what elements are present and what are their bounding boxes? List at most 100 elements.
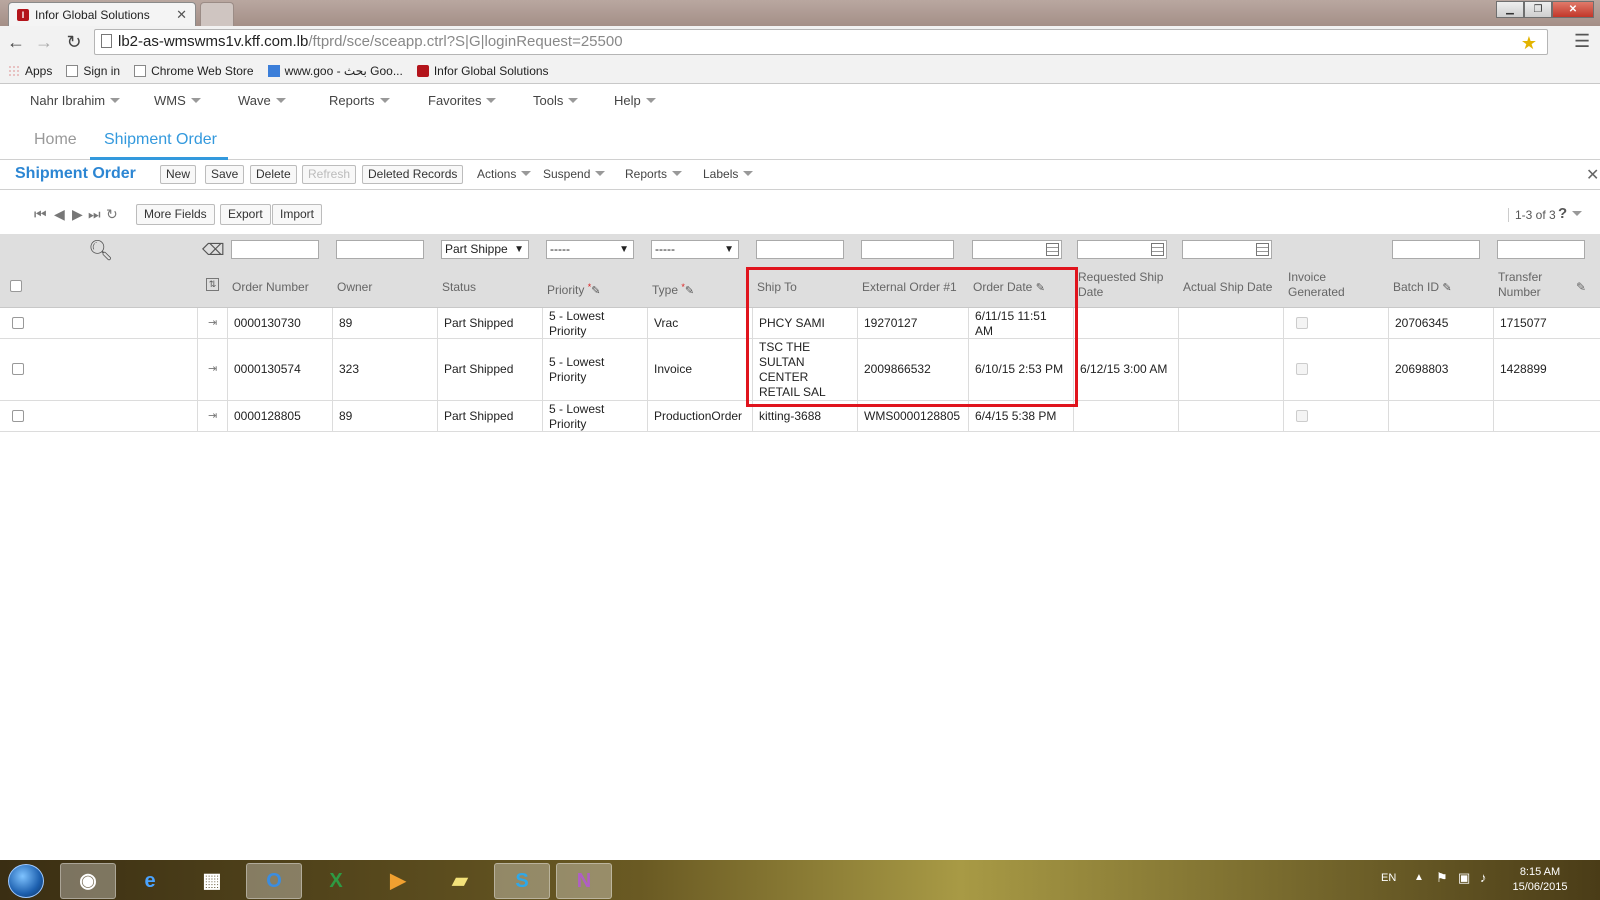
- invoice-generated-checkbox[interactable]: [1296, 363, 1308, 375]
- language-indicator[interactable]: EN: [1381, 872, 1396, 884]
- owner-filter[interactable]: [336, 240, 424, 259]
- save-button[interactable]: Save: [205, 165, 245, 184]
- bookmark-sign-in[interactable]: Sign in: [66, 64, 120, 78]
- calendar-icon[interactable]: [1256, 243, 1269, 256]
- flag-icon[interactable]: ⚑: [1436, 870, 1448, 886]
- menu-reports[interactable]: Reports: [329, 93, 390, 108]
- more-fields-button[interactable]: More Fields: [136, 204, 215, 225]
- maximize-icon[interactable]: ❐: [1524, 1, 1552, 18]
- address-bar[interactable]: lb2-as-wmswms1v.kff.com.lb/ftprd/sce/sce…: [94, 29, 1548, 55]
- calendar-icon[interactable]: [1151, 243, 1164, 256]
- column-settings-icon[interactable]: ⇅: [206, 278, 219, 291]
- bookmark-star-icon[interactable]: ★: [1521, 31, 1537, 55]
- menu-wave[interactable]: Wave: [238, 93, 286, 108]
- bookmark-apps[interactable]: Apps: [8, 64, 52, 78]
- column-header-batch-id[interactable]: Batch ID ✎: [1393, 280, 1452, 296]
- network-icon[interactable]: ▣: [1458, 870, 1470, 886]
- transfer-number-filter[interactable]: [1497, 240, 1585, 259]
- eraser-icon[interactable]: ⌫: [202, 240, 225, 260]
- windows-start-icon[interactable]: [8, 864, 44, 898]
- type-filter[interactable]: ----- ▼: [651, 240, 739, 259]
- reports-menu[interactable]: Reports: [625, 167, 683, 181]
- select-all-checkbox[interactable]: [10, 280, 22, 292]
- internet-explorer-taskbar-icon[interactable]: e: [122, 863, 178, 899]
- order-number-filter[interactable]: [231, 240, 319, 259]
- tab-close-icon[interactable]: ✕: [176, 7, 187, 23]
- open-record-icon[interactable]: ⇥: [208, 364, 220, 375]
- onenote-taskbar-icon[interactable]: N: [556, 863, 612, 899]
- browser-tab-active[interactable]: I Infor Global Solutions ✕: [8, 2, 196, 26]
- bookmark-infor[interactable]: Infor Global Solutions: [416, 64, 549, 78]
- column-header-type[interactable]: Type *✎: [652, 280, 694, 299]
- cell-owner: 89: [339, 409, 353, 423]
- reload-icon[interactable]: ↻: [64, 32, 84, 52]
- forward-icon[interactable]: →: [34, 32, 54, 52]
- import-button[interactable]: Import: [272, 204, 323, 225]
- taskbar-clock[interactable]: 8:15 AM 15/06/2015: [1510, 865, 1570, 895]
- search-icon[interactable]: 🔍︎: [88, 238, 113, 263]
- minimize-icon[interactable]: ▁: [1496, 1, 1524, 18]
- menu-user[interactable]: Nahr Ibrahim: [30, 93, 121, 108]
- row-checkbox[interactable]: [12, 363, 24, 375]
- requested-ship-date-filter[interactable]: [1077, 240, 1167, 259]
- tab-shipment-order[interactable]: Shipment Order: [104, 131, 217, 149]
- back-icon[interactable]: ←: [6, 32, 26, 52]
- last-page-icon[interactable]: ⏭: [88, 206, 101, 223]
- deleted-records-button[interactable]: Deleted Records: [362, 165, 464, 184]
- open-record-icon[interactable]: ⇥: [208, 411, 220, 422]
- delete-button[interactable]: Delete: [250, 165, 297, 184]
- column-header-status[interactable]: Status: [442, 280, 476, 295]
- batch-id-filter[interactable]: [1392, 240, 1480, 259]
- ship-to-filter[interactable]: [756, 240, 844, 259]
- refresh-button[interactable]: Refresh: [302, 165, 357, 184]
- column-header-transfer-number[interactable]: Transfer Number: [1498, 270, 1558, 300]
- column-header-priority[interactable]: Priority *✎: [547, 280, 600, 299]
- column-header-invoice-generated[interactable]: Invoice Generated: [1288, 270, 1358, 300]
- column-header-order-number[interactable]: Order Number: [232, 280, 309, 295]
- column-header-requested-ship-date[interactable]: Requested Ship Date: [1078, 270, 1173, 300]
- suspend-menu[interactable]: Suspend: [543, 167, 606, 181]
- outlook-taskbar-icon[interactable]: O: [246, 863, 302, 899]
- column-header-owner[interactable]: Owner: [337, 280, 372, 295]
- order-date-filter[interactable]: [972, 240, 1062, 259]
- close-icon[interactable]: ✕: [1586, 165, 1599, 185]
- help-icon[interactable]: ?: [1558, 205, 1583, 222]
- next-page-icon[interactable]: ▶: [72, 206, 83, 223]
- calendar-icon[interactable]: [1046, 243, 1059, 256]
- chrome-menu-icon[interactable]: ☰: [1574, 31, 1590, 52]
- first-page-icon[interactable]: ⏮: [34, 206, 47, 223]
- status-filter[interactable]: Part Shippe ▼: [441, 240, 529, 259]
- column-header-actual-ship-date[interactable]: Actual Ship Date: [1183, 280, 1272, 295]
- window-close-icon[interactable]: ✕: [1552, 1, 1594, 18]
- actions-menu[interactable]: Actions: [477, 167, 532, 181]
- row-checkbox[interactable]: [12, 410, 24, 422]
- menu-favorites[interactable]: Favorites: [428, 93, 497, 108]
- menu-tools[interactable]: Tools: [533, 93, 579, 108]
- bookmark-google[interactable]: www.goo - بحث Goo...: [267, 64, 403, 78]
- previous-page-icon[interactable]: ◀: [54, 206, 65, 223]
- excel-taskbar-icon[interactable]: X: [308, 863, 364, 899]
- menu-wms[interactable]: WMS: [154, 93, 201, 108]
- new-tab-button[interactable]: [200, 2, 234, 26]
- export-button[interactable]: Export: [220, 204, 271, 225]
- tray-expand-icon[interactable]: ▲: [1414, 872, 1424, 883]
- refresh-grid-icon[interactable]: ↻: [106, 206, 118, 223]
- open-record-icon[interactable]: ⇥: [208, 318, 220, 329]
- tab-home[interactable]: Home: [34, 131, 77, 149]
- invoice-generated-checkbox[interactable]: [1296, 317, 1308, 329]
- new-button[interactable]: New: [160, 165, 197, 184]
- external-order-filter[interactable]: [861, 240, 954, 259]
- labels-menu[interactable]: Labels: [703, 167, 754, 181]
- invoice-generated-checkbox[interactable]: [1296, 410, 1308, 422]
- priority-filter[interactable]: ----- ▼: [546, 240, 634, 259]
- volume-icon[interactable]: ♪: [1480, 870, 1487, 885]
- actual-ship-date-filter[interactable]: [1182, 240, 1272, 259]
- skype-taskbar-icon[interactable]: S: [494, 863, 550, 899]
- media-player-taskbar-icon[interactable]: ▶: [370, 863, 426, 899]
- chrome-taskbar-icon[interactable]: ◉: [60, 863, 116, 899]
- calculator-taskbar-icon[interactable]: ▦: [184, 863, 240, 899]
- menu-help[interactable]: Help: [614, 93, 656, 108]
- folder-taskbar-icon[interactable]: ▰: [432, 863, 488, 899]
- row-checkbox[interactable]: [12, 317, 24, 329]
- bookmark-chrome-web-store[interactable]: Chrome Web Store: [134, 64, 254, 78]
